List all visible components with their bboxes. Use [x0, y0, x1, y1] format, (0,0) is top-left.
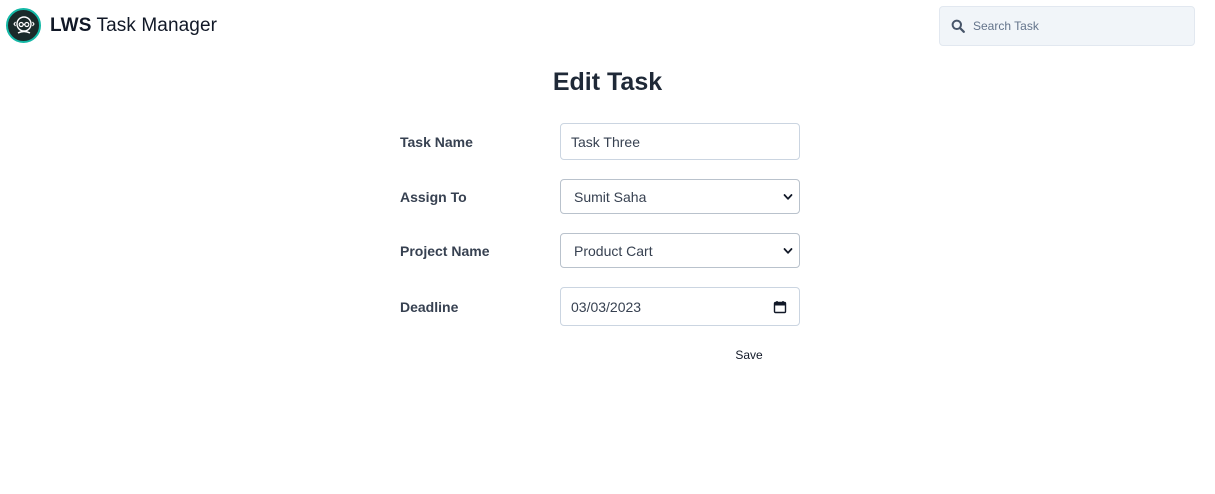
project-name-select[interactable]: Product Cart	[560, 233, 800, 268]
calendar-icon[interactable]	[773, 300, 787, 314]
assign-to-value: Sumit Saha	[574, 188, 647, 205]
search-input[interactable]	[973, 19, 1183, 33]
chevron-down-icon	[783, 193, 793, 200]
search-icon	[951, 19, 965, 33]
project-name-label: Project Name	[400, 243, 490, 259]
assign-to-label: Assign To	[400, 189, 467, 205]
search-box[interactable]	[939, 6, 1195, 46]
project-name-value: Product Cart	[574, 242, 653, 259]
brand-name-strong: LWS	[50, 14, 92, 36]
deadline-value: 03/03/2023	[571, 298, 642, 315]
chevron-down-icon	[783, 247, 793, 254]
task-name-label: Task Name	[400, 134, 473, 150]
navbar: LWS Task Manager	[0, 0, 1215, 52]
task-name-value: Task Three	[571, 133, 640, 150]
deadline-date-input[interactable]: 03/03/2023	[560, 287, 800, 326]
save-button[interactable]: Save	[720, 345, 778, 365]
task-name-input[interactable]: Task Three	[560, 123, 800, 160]
brand[interactable]: LWS Task Manager	[6, 8, 217, 43]
assign-to-select[interactable]: Sumit Saha	[560, 179, 800, 214]
page-title: Edit Task	[552, 68, 663, 96]
deadline-label: Deadline	[400, 299, 459, 315]
brand-name: LWS Task Manager	[50, 15, 217, 37]
brand-name-rest: Task Manager	[91, 14, 218, 36]
coder-logo-icon	[6, 8, 41, 43]
